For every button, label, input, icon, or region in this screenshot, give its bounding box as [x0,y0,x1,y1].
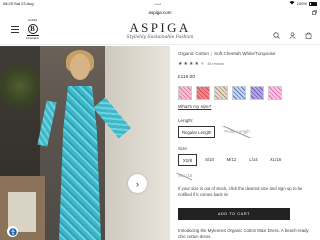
accessibility-icon[interactable] [7,226,18,237]
bcorp-letter: B [27,24,38,34]
color-swatches [178,86,282,100]
model-head [70,54,90,80]
status-bar: 08:29 Sat 23 Aug • • • 100% [0,0,320,8]
swatch-blue-print[interactable] [232,86,246,100]
site-header: Certified B Corporation ASPIGA Stylishly… [0,17,320,45]
length-option-regular[interactable]: Regular Length [178,126,216,138]
color-label: Soft Cheetah White/Turquoise [214,51,276,56]
bag-icon[interactable] [305,26,312,44]
size-options-row2: XXL/18 [178,170,192,182]
bcorp-badge[interactable]: Certified B Corporation [25,19,40,41]
swatch-neutral-print[interactable] [214,86,228,100]
bcorp-top-text: Certified [27,19,38,22]
menu-icon[interactable] [11,26,19,34]
next-image-arrow-icon[interactable]: › [128,174,147,193]
length-option-petite[interactable]: Petite Length [221,126,252,138]
swatch-red-print[interactable] [196,86,210,100]
length-options: Regular Length Petite Length [178,126,253,138]
add-to-cart-button[interactable]: ADD TO CART [178,208,290,220]
size-option-l14[interactable]: L/14 [244,154,263,166]
status-time: 08:29 [3,1,14,6]
model-sleeve-left [37,100,57,147]
address-url[interactable]: aspiga.com [148,10,171,15]
review-count[interactable]: 48 reviews [207,62,224,66]
status-date: Sat 23 Aug [14,1,34,6]
logo-tagline: Stylishly Sustainable Fashion [126,35,194,40]
tabs-icon[interactable] [312,9,317,15]
star-icon: ★ [183,61,188,67]
star-icon: ★ [178,61,183,67]
fabric-color-row: Organic Cotton | Soft Cheetah White/Turquo… [178,51,275,56]
battery-icon [309,1,317,6]
price: £115.00 [178,75,195,80]
size-option-s10[interactable]: S/10 [200,154,219,166]
search-icon[interactable] [273,26,280,44]
size-option-xl16[interactable]: XL/16 [266,154,285,166]
out-of-stock-note: If your size is out of stock, click the … [178,186,303,198]
size-option-m12[interactable]: M/12 [222,154,241,166]
rating-row[interactable]: ★ ★ ★ ★ ★ 48 reviews [178,61,224,67]
size-options: XS/8 S/10 M/12 L/14 XL/16 [178,154,308,166]
bcorp-bottom-text: Corporation [25,36,40,40]
star-icon: ★ [194,61,199,67]
product-intro-text: Introducing the Mylennes Organic Cotton … [178,228,309,240]
address-bar[interactable]: aspiga.com [0,8,320,17]
photo-window [105,46,170,240]
size-option-xxl18[interactable]: XXL/18 [178,173,192,178]
account-icon[interactable] [289,26,296,44]
star-icon: ★ [188,61,194,67]
battery-percent: 100% [296,1,307,6]
logo-wordmark[interactable]: ASPIGA [110,20,210,36]
swatch-pink-print[interactable] [178,86,192,100]
separator: | [210,51,213,56]
header-icons [273,26,312,44]
photo-plant [0,56,40,116]
product-image[interactable]: › [0,46,170,240]
length-label: Length: [178,118,194,123]
star-empty-icon: ★ [199,61,205,67]
status-right: 100% [289,1,317,6]
whats-my-size-link[interactable]: What's my size? [178,104,211,109]
swatch-pink-leopard[interactable] [268,86,282,100]
bcorp-divider [26,35,39,36]
brand-logo[interactable]: ASPIGA Stylishly Sustainable Fashion [110,20,210,40]
size-label: Size [178,146,187,151]
size-option-xs8[interactable]: XS/8 [178,154,197,166]
swatch-multicolor-print[interactable] [250,86,264,100]
fabric-label: Organic Cotton [178,51,209,56]
wifi-icon [289,1,295,6]
